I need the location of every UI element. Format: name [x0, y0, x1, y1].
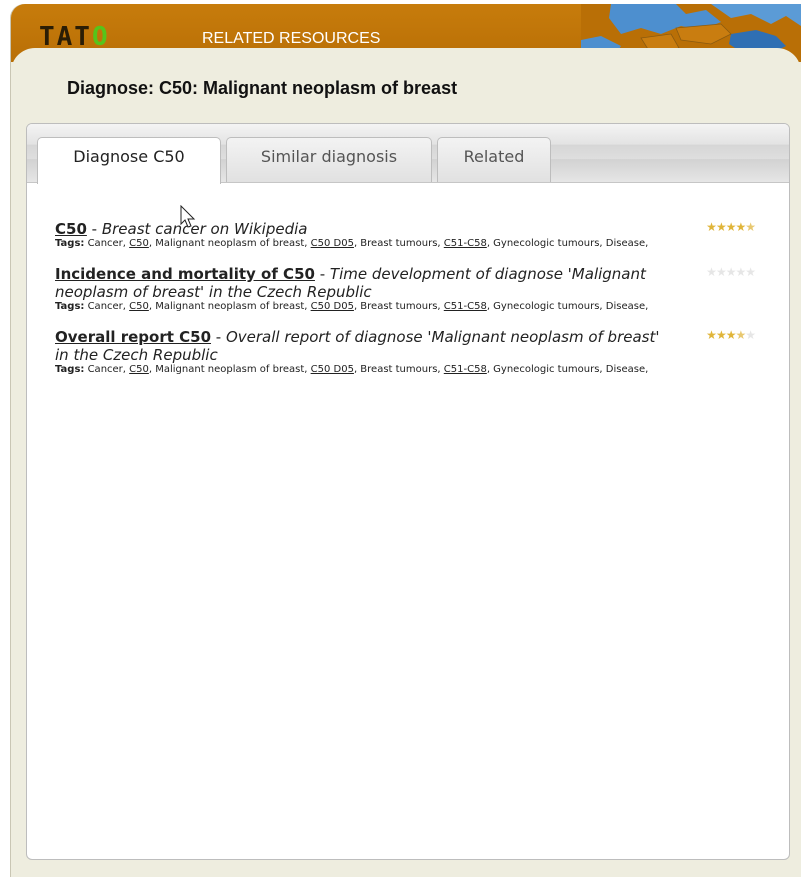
entry-heading: Overall report C50 - Overall report of d… — [55, 328, 675, 364]
tag-text: Breast tumours — [360, 364, 438, 375]
tag-link[interactable]: C50 — [129, 364, 149, 375]
tab-diagnose[interactable]: Diagnose C50 — [37, 137, 221, 184]
tags-label: Tags: — [55, 238, 85, 249]
star-icon[interactable]: ★ — [706, 220, 717, 234]
tag-text: Gynecologic tumours — [493, 364, 600, 375]
separator: - — [86, 220, 102, 238]
tag-text: Cancer — [87, 301, 123, 312]
resource-entry: Incidence and mortality of C50 - Time de… — [55, 265, 756, 312]
star-icon[interactable]: ★ — [726, 265, 737, 279]
tag-text: Malignant neoplasm of breast — [155, 238, 305, 249]
tag-link[interactable]: C50 — [129, 301, 149, 312]
resources-panel: Diagnose C50 Similar diagnosis Related C… — [26, 123, 790, 860]
tag-text: Breast tumours — [360, 238, 438, 249]
star-icon[interactable]: ★ — [735, 328, 746, 342]
separator: - — [211, 328, 226, 346]
star-icon[interactable]: ★ — [716, 265, 727, 279]
tags-label: Tags: — [55, 364, 85, 375]
resource-list: C50 - Breast cancer on Wikipedia Tags: Ca… — [55, 220, 756, 391]
rating-stars[interactable]: ★★★★★ — [706, 220, 756, 234]
entry-heading: C50 - Breast cancer on Wikipedia — [55, 220, 675, 238]
tag-link[interactable]: C50 D05 — [311, 364, 354, 375]
tag-link[interactable]: C51-C58 — [444, 364, 487, 375]
mouse-cursor-icon — [180, 205, 196, 228]
tags-line: Tags: Cancer, C50, Malignant neoplasm of… — [55, 301, 649, 312]
page-title: Diagnose: C50: Malignant neoplasm of bre… — [67, 78, 458, 98]
tags-line: Tags: Cancer, C50, Malignant neoplasm of… — [55, 238, 649, 249]
tab-bar: Diagnose C50 Similar diagnosis Related — [27, 124, 789, 184]
star-icon[interactable]: ★ — [706, 265, 717, 279]
tag-link[interactable]: C50 D05 — [311, 238, 354, 249]
rating-stars[interactable]: ★★★★★ — [706, 328, 756, 342]
tags-line: Tags: Cancer, C50, Malignant neoplasm of… — [55, 364, 649, 375]
rating-stars[interactable]: ★★★★★ — [706, 265, 756, 279]
separator: - — [314, 265, 330, 283]
resource-link[interactable]: C50 — [55, 220, 87, 238]
tag-text: Disease — [605, 301, 646, 312]
header-title: RELATED RESOURCES — [202, 30, 381, 47]
tag-link[interactable]: C51-C58 — [444, 238, 487, 249]
star-icon[interactable]: ★ — [726, 328, 737, 342]
resource-link[interactable]: Overall report C50 — [55, 328, 211, 346]
resource-link[interactable]: Incidence and mortality of C50 — [55, 265, 315, 283]
star-icon[interactable]: ★ — [745, 220, 756, 234]
tag-link[interactable]: C50 — [129, 238, 149, 249]
tab-related[interactable]: Related — [437, 137, 551, 182]
entry-heading: Incidence and mortality of C50 - Time de… — [55, 265, 675, 301]
tag-text: Malignant neoplasm of breast — [155, 364, 305, 375]
star-icon[interactable]: ★ — [745, 265, 756, 279]
star-icon[interactable]: ★ — [716, 220, 727, 234]
tab-similar-diagnosis[interactable]: Similar diagnosis — [226, 137, 432, 182]
tags-label: Tags: — [55, 301, 85, 312]
tag-text: Gynecologic tumours — [493, 238, 600, 249]
star-icon[interactable]: ★ — [726, 220, 737, 234]
tag-text: Breast tumours — [360, 301, 438, 312]
tag-text: Disease — [605, 364, 646, 375]
tato-logo[interactable]: TATO — [39, 24, 110, 50]
resource-description: Breast cancer on Wikipedia — [101, 220, 308, 238]
tag-link[interactable]: C51-C58 — [444, 301, 487, 312]
tag-text: Malignant neoplasm of breast — [155, 301, 305, 312]
tag-text: Cancer — [87, 364, 123, 375]
star-icon[interactable]: ★ — [716, 328, 727, 342]
tag-link[interactable]: C50 D05 — [311, 301, 354, 312]
star-icon[interactable]: ★ — [706, 328, 717, 342]
resource-entry: C50 - Breast cancer on Wikipedia Tags: Ca… — [55, 220, 756, 249]
tag-text: Cancer — [87, 238, 123, 249]
star-icon[interactable]: ★ — [735, 220, 746, 234]
tag-text: Gynecologic tumours — [493, 301, 600, 312]
star-icon[interactable]: ★ — [735, 265, 746, 279]
star-icon[interactable]: ★ — [745, 328, 756, 342]
resource-entry: Overall report C50 - Overall report of d… — [55, 328, 756, 375]
tag-text: Disease — [605, 238, 646, 249]
